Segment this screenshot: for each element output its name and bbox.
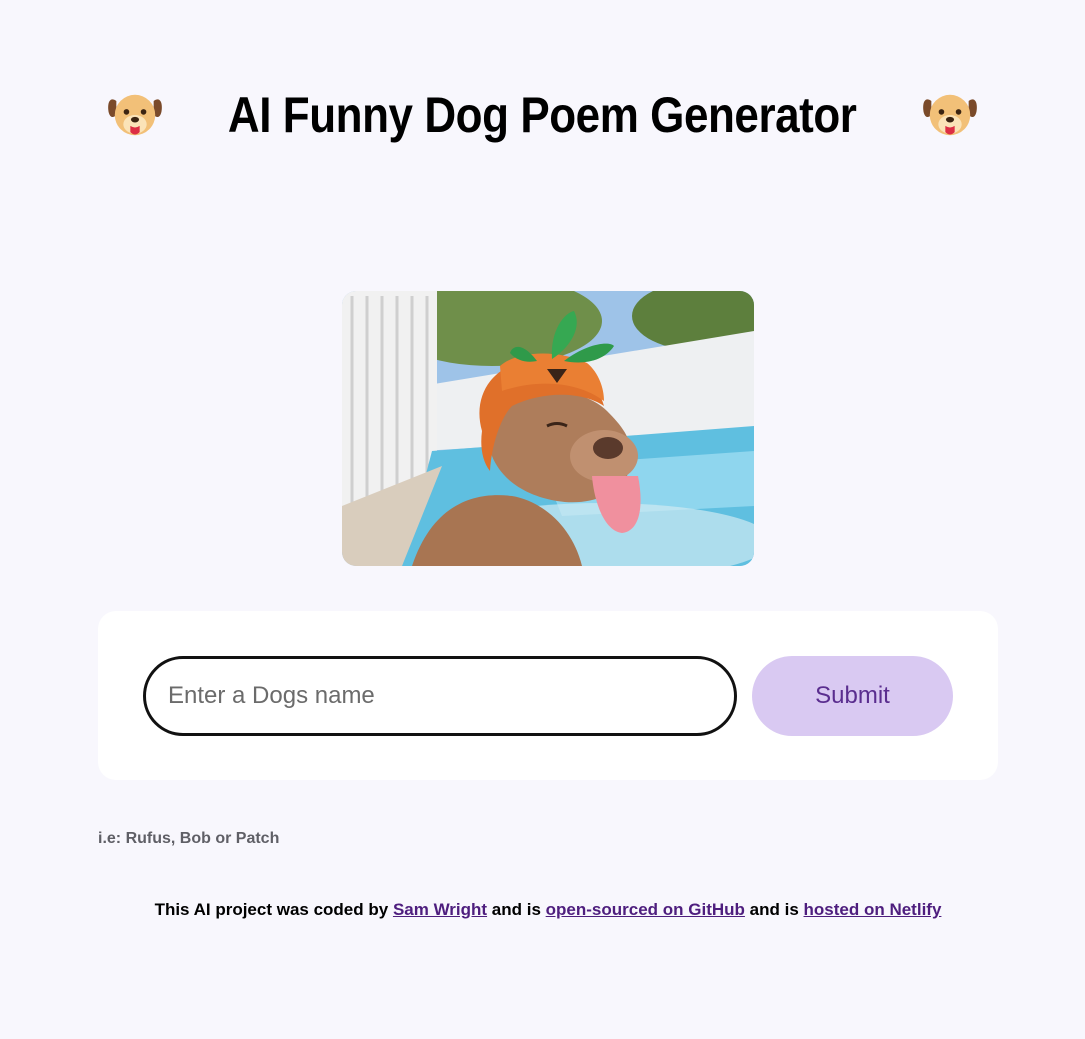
submit-button[interactable]: Submit bbox=[752, 656, 953, 736]
page-title: AI Funny Dog Poem Generator bbox=[228, 87, 857, 143]
netlify-link[interactable]: hosted on Netlify bbox=[804, 900, 942, 919]
author-link[interactable]: Sam Wright bbox=[393, 900, 487, 919]
dog-photo bbox=[342, 291, 754, 566]
dog-face-icon bbox=[922, 94, 977, 136]
page-header: AI Funny Dog Poem Generator bbox=[0, 80, 1085, 150]
page: AI Funny Dog Poem Generator Enter a Dogs… bbox=[0, 0, 1085, 1039]
dog-name-input[interactable] bbox=[143, 656, 737, 736]
dog-face-icon bbox=[108, 94, 163, 136]
poem-form-card: Submit bbox=[98, 611, 998, 780]
footer-text-3: and is bbox=[744, 900, 804, 919]
footer-text-1: This AI project was coded by bbox=[154, 900, 393, 919]
input-hint: i.e: Rufus, Bob or Patch bbox=[98, 830, 280, 847]
footer-text-2: and is bbox=[487, 900, 546, 919]
github-link[interactable]: open-sourced on GitHub bbox=[546, 900, 745, 919]
dog-photo-illustration bbox=[342, 291, 754, 566]
footer: This AI project was coded by Sam Wright … bbox=[0, 900, 1085, 920]
